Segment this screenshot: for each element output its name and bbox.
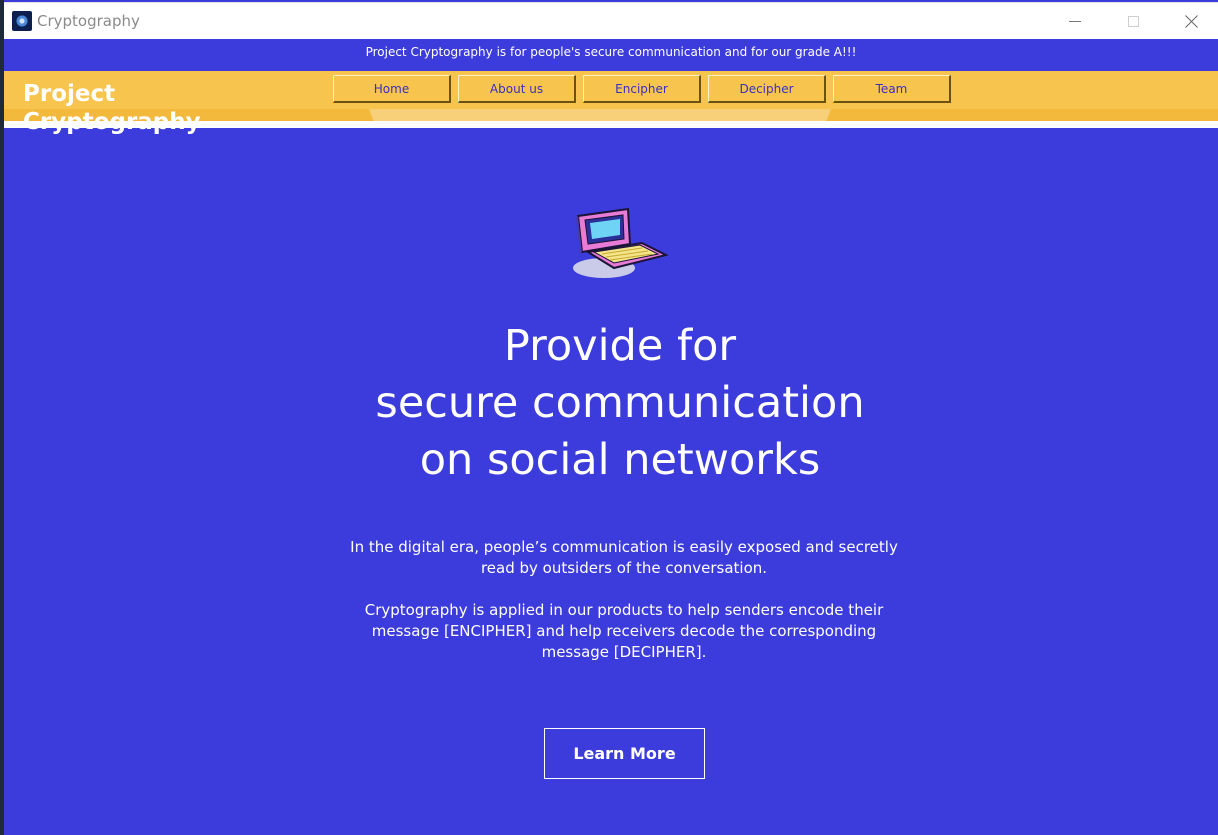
navbar-shade-highlight [369, 109, 831, 121]
close-button[interactable] [1162, 3, 1218, 40]
maximize-icon [1127, 16, 1139, 27]
window-title: Cryptography [37, 12, 140, 30]
nav-encipher-button[interactable]: Encipher [583, 75, 701, 103]
hero-headline-line-2: secure communication [375, 378, 865, 428]
nav-about-us-button[interactable]: About us [458, 75, 576, 103]
app-icon [12, 11, 32, 31]
minimize-icon [1069, 21, 1081, 22]
title-bar[interactable]: Cryptography [4, 2, 1218, 39]
hero-paragraph-1: In the digital era, people’s communicati… [350, 538, 898, 577]
hero-headline-line-1: Provide for [503, 321, 737, 371]
brand-logo[interactable]: Project Cryptography [23, 80, 223, 136]
brand-line-1: Project [23, 81, 116, 107]
hero-description: In the digital era, people’s communicati… [340, 537, 908, 663]
minimize-button[interactable] [1046, 3, 1104, 40]
laptop-icon [573, 207, 668, 278]
app-window: Cryptography Project Cryptography is for… [0, 0, 1218, 835]
learn-more-button[interactable]: Learn More [544, 728, 705, 779]
nav-team-button[interactable]: Team [833, 75, 951, 103]
hero-paragraph-2: Cryptography is applied in our products … [364, 601, 884, 661]
maximize-button[interactable] [1104, 3, 1162, 40]
hero-headline-line-3: on social networks [419, 435, 821, 485]
brand-line-2: Cryptography [23, 109, 201, 135]
nav-decipher-button[interactable]: Decipher [708, 75, 826, 103]
close-icon [1184, 15, 1198, 28]
nav-home-button[interactable]: Home [333, 75, 451, 103]
announcement-banner: Project Cryptography is for people's sec… [4, 39, 1218, 71]
hero-headline: Provide for secure communication on soci… [300, 318, 940, 489]
